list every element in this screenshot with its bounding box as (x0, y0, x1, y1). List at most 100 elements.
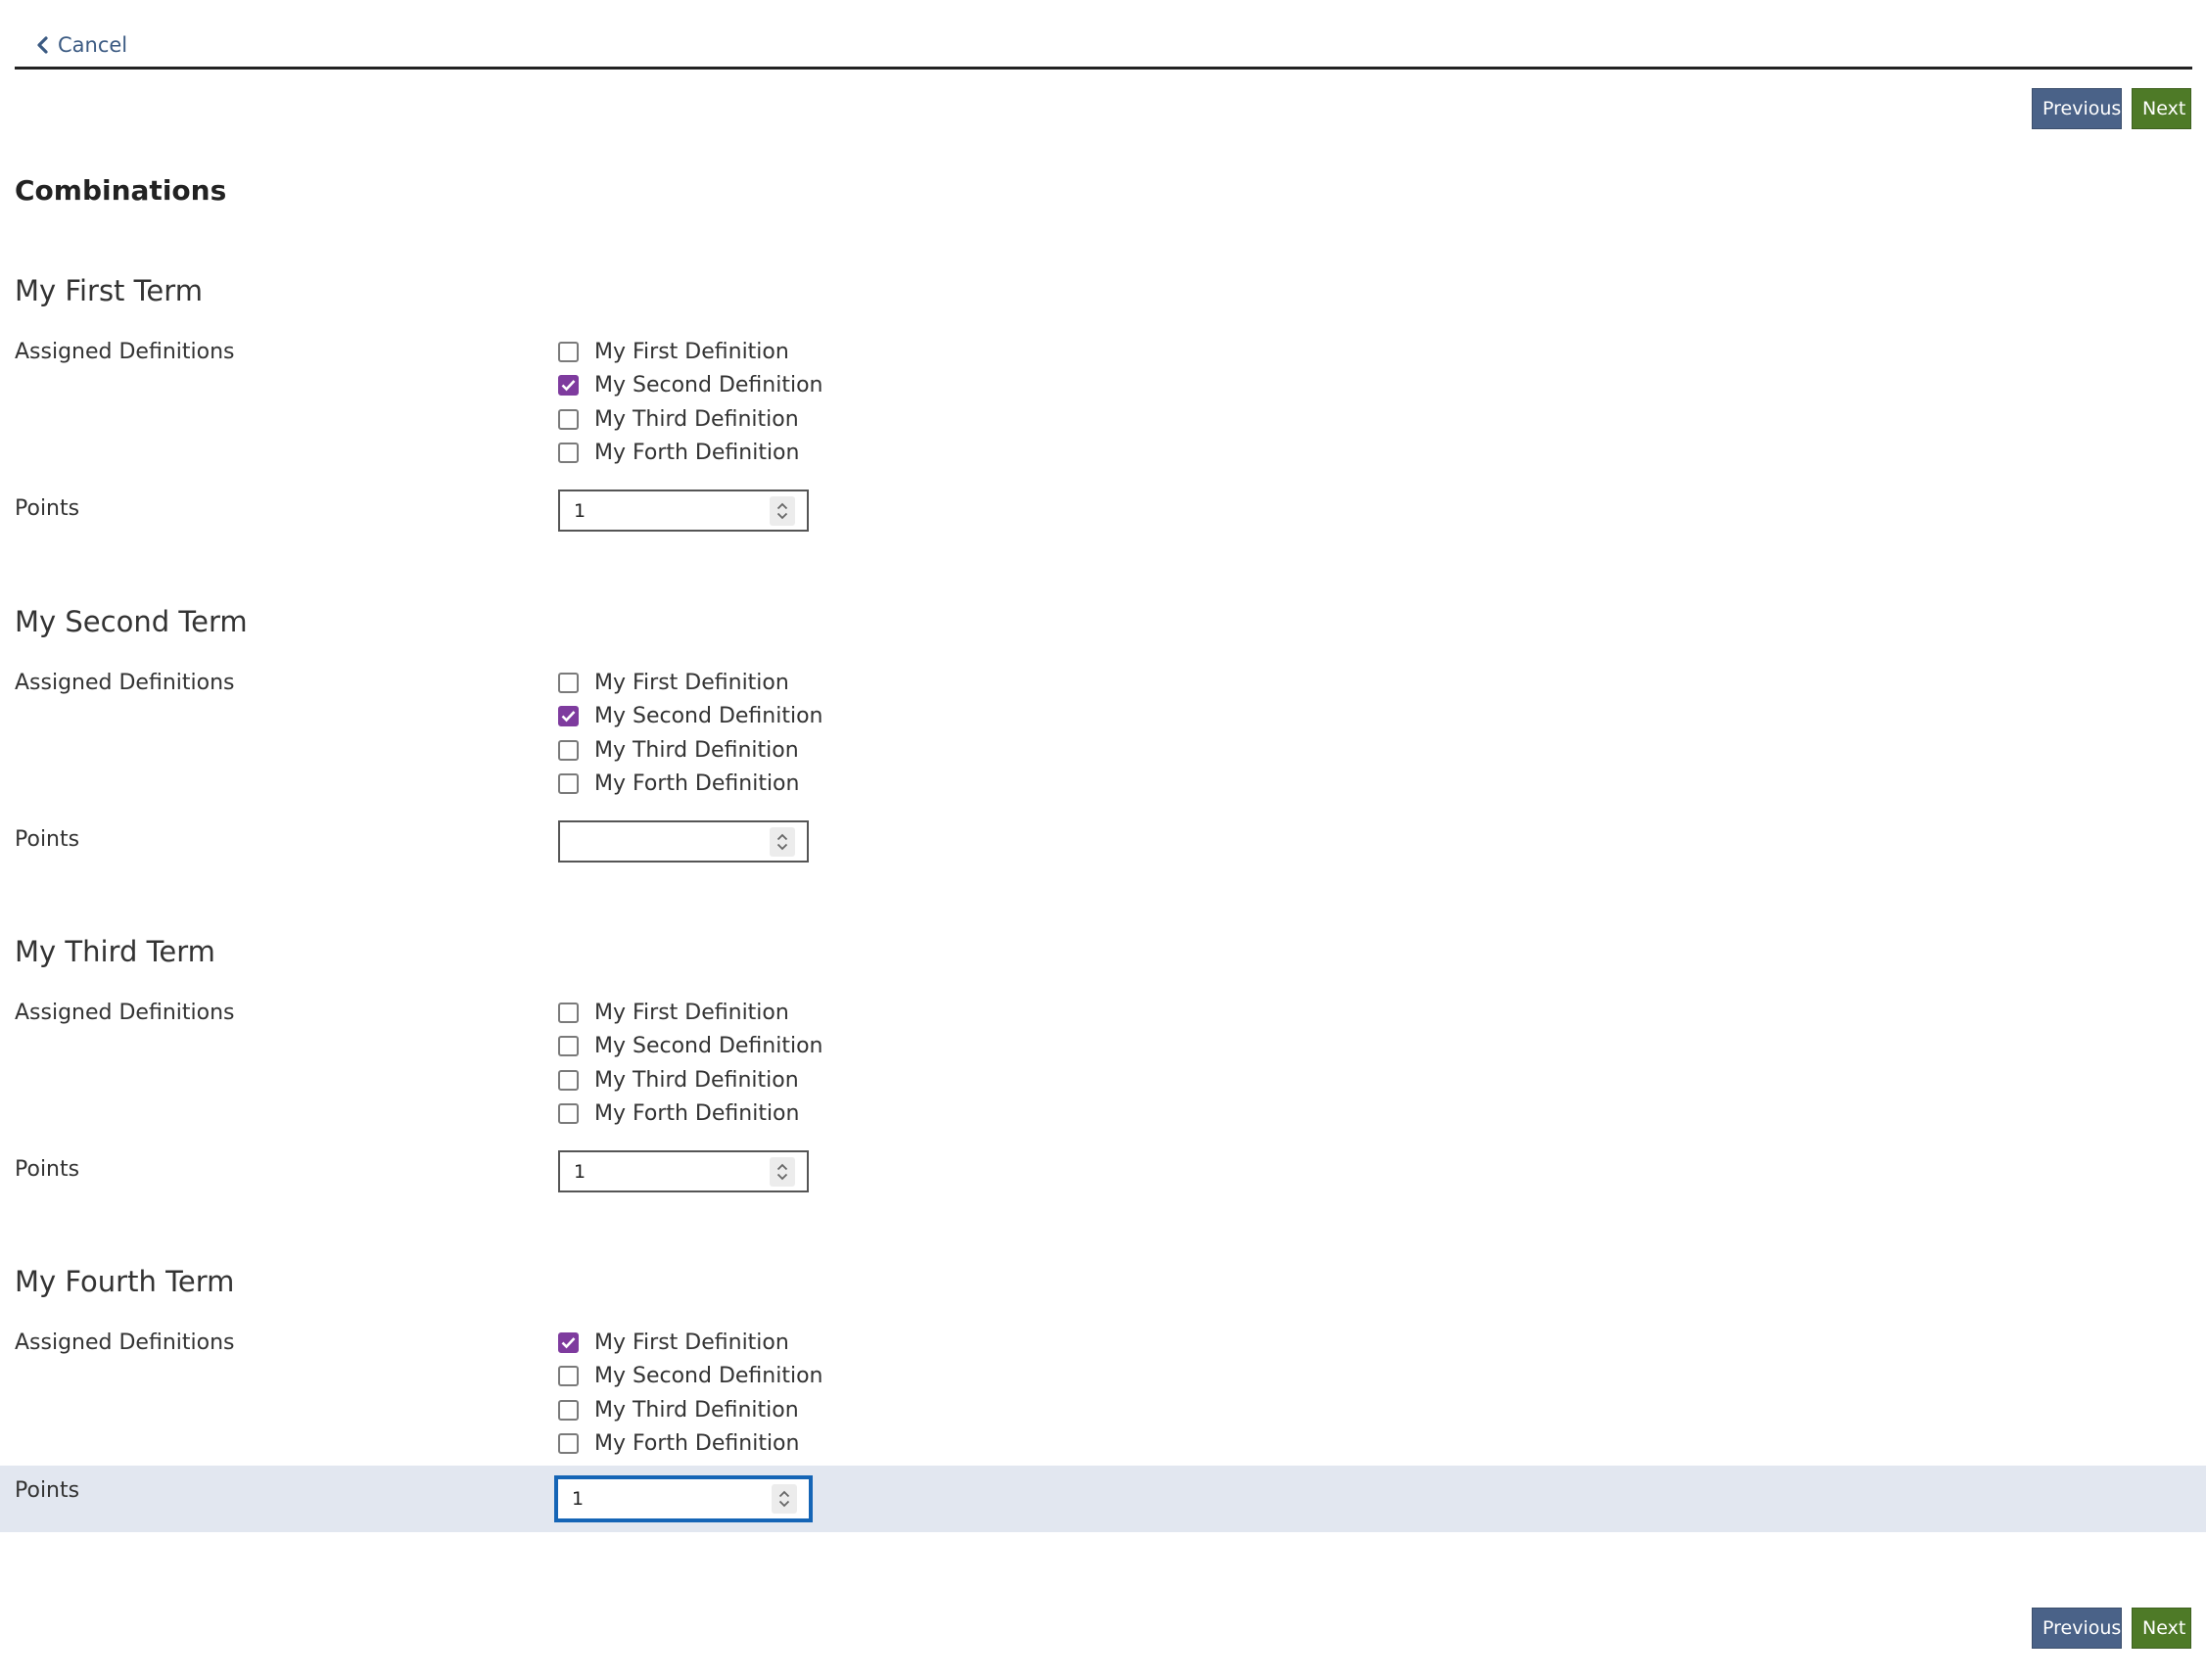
assigned-definitions-label: Assigned Definitions (15, 671, 235, 695)
checkbox[interactable] (558, 1103, 579, 1125)
checkbox[interactable] (558, 1036, 579, 1057)
definition-option[interactable]: My Third Definition (558, 1063, 822, 1097)
chevron-up-icon (776, 833, 788, 840)
points-input[interactable]: 1 (558, 490, 809, 532)
points-spinner[interactable] (770, 495, 795, 526)
chevron-down-icon (778, 1500, 790, 1508)
checkmark-icon (561, 711, 576, 723)
definition-label: My Forth Definition (594, 1101, 800, 1127)
definition-option[interactable]: My Second Definition (558, 369, 822, 403)
points-input[interactable] (558, 820, 809, 863)
points-label: Points (15, 827, 80, 852)
definition-label: My First Definition (594, 1000, 789, 1025)
checkbox[interactable] (558, 1002, 579, 1023)
points-spinner[interactable] (772, 1484, 797, 1514)
assigned-definitions-label: Assigned Definitions (15, 1330, 235, 1355)
chevron-up-icon (776, 1163, 788, 1170)
definition-list: My First Definition My Second Definition… (558, 666, 822, 801)
previous-button[interactable]: Previous (2032, 88, 2122, 129)
definition-list: My First Definition My Second Definition… (558, 996, 822, 1131)
next-button[interactable]: Next (2132, 88, 2191, 129)
checkmark-icon (561, 380, 576, 392)
checkbox[interactable] (558, 408, 579, 430)
definition-option[interactable]: My Forth Definition (558, 768, 822, 802)
chevron-up-icon (778, 1490, 790, 1498)
definition-option[interactable]: My First Definition (558, 1326, 822, 1360)
definition-option[interactable]: My First Definition (558, 335, 822, 369)
chevron-down-icon (776, 843, 788, 850)
definition-option[interactable]: My First Definition (558, 666, 822, 700)
points-spinner[interactable] (770, 1156, 795, 1187)
checkbox[interactable] (558, 1366, 579, 1387)
page-title: Combinations (15, 174, 227, 207)
points-value: 1 (572, 1488, 585, 1510)
definition-option[interactable]: My Forth Definition (558, 1427, 822, 1462)
assigned-definitions-label: Assigned Definitions (15, 1001, 235, 1025)
points-row: Points 1 (0, 1144, 2206, 1211)
points-row: Points 1 (0, 484, 2206, 550)
definition-label: My First Definition (594, 670, 789, 695)
bottom-nav-buttons: Previous Next (2032, 1608, 2191, 1649)
points-input[interactable]: 1 (554, 1475, 813, 1522)
definition-option[interactable]: My Second Definition (558, 1360, 822, 1394)
checkbox[interactable] (558, 1433, 579, 1455)
points-row: Points (0, 815, 2206, 881)
term-title: My Second Term (15, 605, 248, 638)
definition-label: My Third Definition (594, 737, 799, 763)
cancel-link[interactable]: Cancel (36, 33, 127, 57)
definition-label: My Forth Definition (594, 1431, 800, 1457)
assigned-definitions-label: Assigned Definitions (15, 340, 235, 364)
top-nav-buttons: Previous Next (2032, 88, 2191, 129)
checkbox[interactable] (558, 375, 579, 397)
definition-label: My Third Definition (594, 406, 799, 432)
points-row: Points 1 (0, 1466, 2206, 1532)
points-input[interactable]: 1 (558, 1150, 809, 1192)
definition-label: My Forth Definition (594, 441, 800, 466)
definition-label: My First Definition (594, 1330, 789, 1355)
definition-label: My First Definition (594, 339, 789, 364)
chevron-left-icon (36, 36, 48, 54)
points-label: Points (15, 1157, 80, 1182)
checkmark-icon (561, 1336, 576, 1349)
definition-option[interactable]: My First Definition (558, 996, 822, 1030)
checkbox[interactable] (558, 1069, 579, 1091)
checkbox[interactable] (558, 1399, 579, 1421)
checkbox[interactable] (558, 672, 579, 693)
term-title: My First Term (15, 274, 203, 307)
checkbox[interactable] (558, 443, 579, 464)
definition-option[interactable]: My Third Definition (558, 1393, 822, 1427)
definition-option[interactable]: My Third Definition (558, 733, 822, 768)
points-value: 1 (574, 1160, 587, 1183)
checkbox[interactable] (558, 773, 579, 795)
points-value: 1 (574, 499, 587, 522)
definition-label: My Forth Definition (594, 771, 800, 797)
definition-label: My Second Definition (594, 373, 823, 398)
definition-list: My First Definition My Second Definition… (558, 1326, 822, 1461)
points-spinner[interactable] (770, 826, 795, 857)
definition-label: My Second Definition (594, 1364, 823, 1389)
next-button[interactable]: Next (2132, 1608, 2191, 1649)
definition-option[interactable]: My Second Definition (558, 1030, 822, 1064)
term-title: My Third Term (15, 935, 215, 968)
definition-label: My Second Definition (594, 1034, 823, 1059)
checkbox[interactable] (558, 1331, 579, 1353)
definition-option[interactable]: My Third Definition (558, 402, 822, 437)
cancel-label: Cancel (58, 33, 128, 57)
checkbox[interactable] (558, 739, 579, 761)
definition-option[interactable]: My Second Definition (558, 700, 822, 734)
definition-option[interactable]: My Forth Definition (558, 437, 822, 471)
chevron-down-icon (776, 512, 788, 519)
points-label: Points (15, 496, 80, 521)
checkbox[interactable] (558, 341, 579, 362)
chevron-up-icon (776, 502, 788, 509)
combinations-page: Cancel Previous Next Combinations My Fir… (0, 0, 2206, 1680)
previous-button[interactable]: Previous (2032, 1608, 2122, 1649)
chevron-down-icon (776, 1173, 788, 1180)
definition-label: My Third Definition (594, 1067, 799, 1093)
points-label: Points (15, 1478, 80, 1503)
definition-option[interactable]: My Forth Definition (558, 1097, 822, 1132)
definition-label: My Third Definition (594, 1397, 799, 1423)
checkbox[interactable] (558, 706, 579, 727)
top-bar: Cancel (15, 22, 2192, 70)
term-title: My Fourth Term (15, 1265, 235, 1298)
